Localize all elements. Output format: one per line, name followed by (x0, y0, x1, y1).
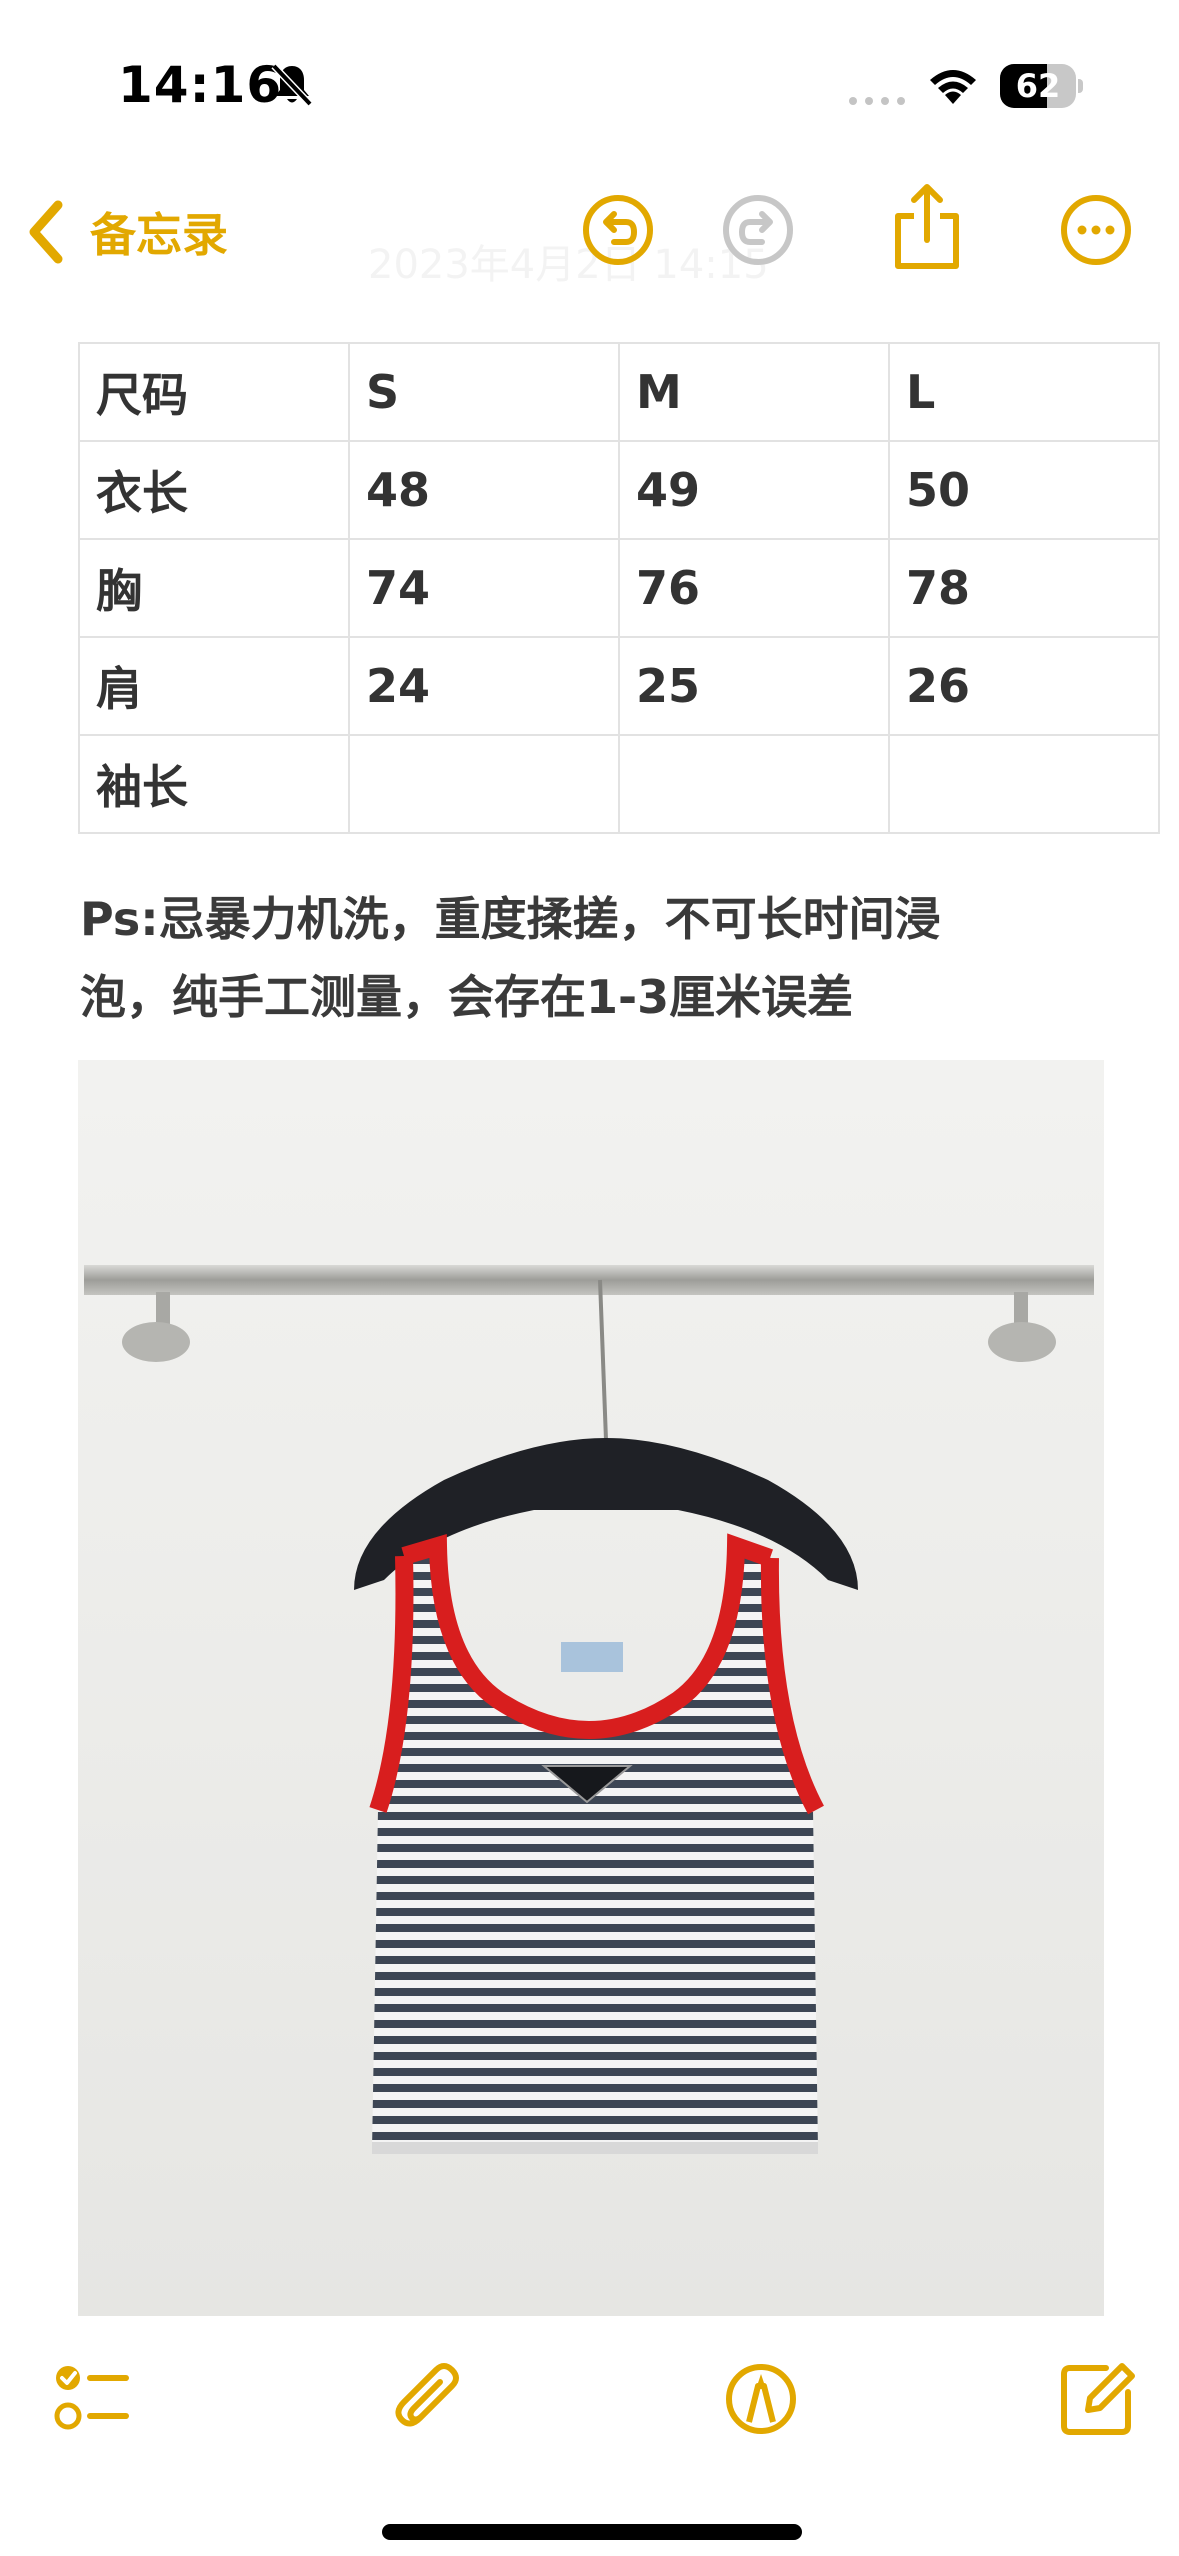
home-indicator[interactable] (382, 2524, 802, 2540)
tank-top-image (78, 1060, 1104, 2316)
more-icon[interactable] (1058, 192, 1134, 268)
markup-pen-icon[interactable] (722, 2360, 800, 2438)
table-cell[interactable]: 50 (888, 440, 1160, 540)
table-cell[interactable]: 袖长 (78, 734, 350, 834)
table-row: 肩 24 25 26 (78, 636, 1160, 736)
size-table: 尺码 S M L 衣长 48 49 50 胸 74 76 78 肩 24 25 26 袖长 (78, 342, 1160, 834)
note-line-1: Ps:忌暴力机洗，重度揉搓，不可长时间浸 (80, 892, 941, 946)
table-cell[interactable]: 25 (618, 636, 890, 736)
note-text[interactable]: Ps:忌暴力机洗，重度揉搓，不可长时间浸 泡，纯手工测量，会存在1-3厘米误差 (80, 880, 1080, 1036)
table-cell[interactable]: 胸 (78, 538, 350, 638)
table-cell[interactable] (348, 734, 620, 834)
table-cell[interactable]: 74 (348, 538, 620, 638)
signal-dots-icon (849, 97, 905, 105)
table-cell[interactable]: 尺码 (78, 342, 350, 442)
table-cell[interactable]: 24 (348, 636, 620, 736)
table-cell[interactable]: 78 (888, 538, 1160, 638)
navigation-bar: 备忘录 2023年4月2日 14:15 (0, 170, 1179, 290)
status-bar: 14:16 62 (0, 0, 1179, 150)
table-row: 胸 74 76 78 (78, 538, 1160, 638)
table-cell[interactable]: S (348, 342, 620, 442)
battery-percent: 62 (1015, 67, 1061, 105)
table-cell[interactable]: 76 (618, 538, 890, 638)
table-cell[interactable]: 26 (888, 636, 1160, 736)
table-cell[interactable]: 肩 (78, 636, 350, 736)
redo-icon[interactable] (720, 192, 796, 268)
back-button[interactable]: 备忘录 (24, 192, 228, 272)
table-cell[interactable]: M (618, 342, 890, 442)
chevron-left-icon (29, 200, 63, 264)
paperclip-icon[interactable] (390, 2360, 468, 2438)
bell-slash-icon (271, 63, 313, 107)
table-cell[interactable]: 48 (348, 440, 620, 540)
share-icon[interactable] (890, 182, 964, 272)
note-line-2: 泡，纯手工测量，会存在1-3厘米误差 (80, 970, 854, 1024)
back-label: 备忘录 (90, 208, 228, 262)
undo-icon[interactable] (580, 192, 656, 268)
table-cell[interactable] (618, 734, 890, 834)
table-cell[interactable]: 衣长 (78, 440, 350, 540)
table-cell[interactable]: 49 (618, 440, 890, 540)
compose-icon[interactable] (1058, 2360, 1136, 2438)
product-photo[interactable] (78, 1060, 1104, 2316)
checklist-icon[interactable] (52, 2360, 130, 2438)
wifi-icon (930, 70, 976, 104)
table-cell[interactable] (888, 734, 1160, 834)
note-date: 2023年4月2日 14:15 (368, 242, 769, 288)
table-row: 衣长 48 49 50 (78, 440, 1160, 540)
table-cell[interactable]: L (888, 342, 1160, 442)
table-row: 尺码 S M L (78, 342, 1160, 442)
battery-icon: 62 (1000, 64, 1083, 108)
bottom-toolbar (0, 2340, 1179, 2460)
status-time: 14:16 (118, 56, 283, 114)
table-row: 袖长 (78, 734, 1160, 834)
